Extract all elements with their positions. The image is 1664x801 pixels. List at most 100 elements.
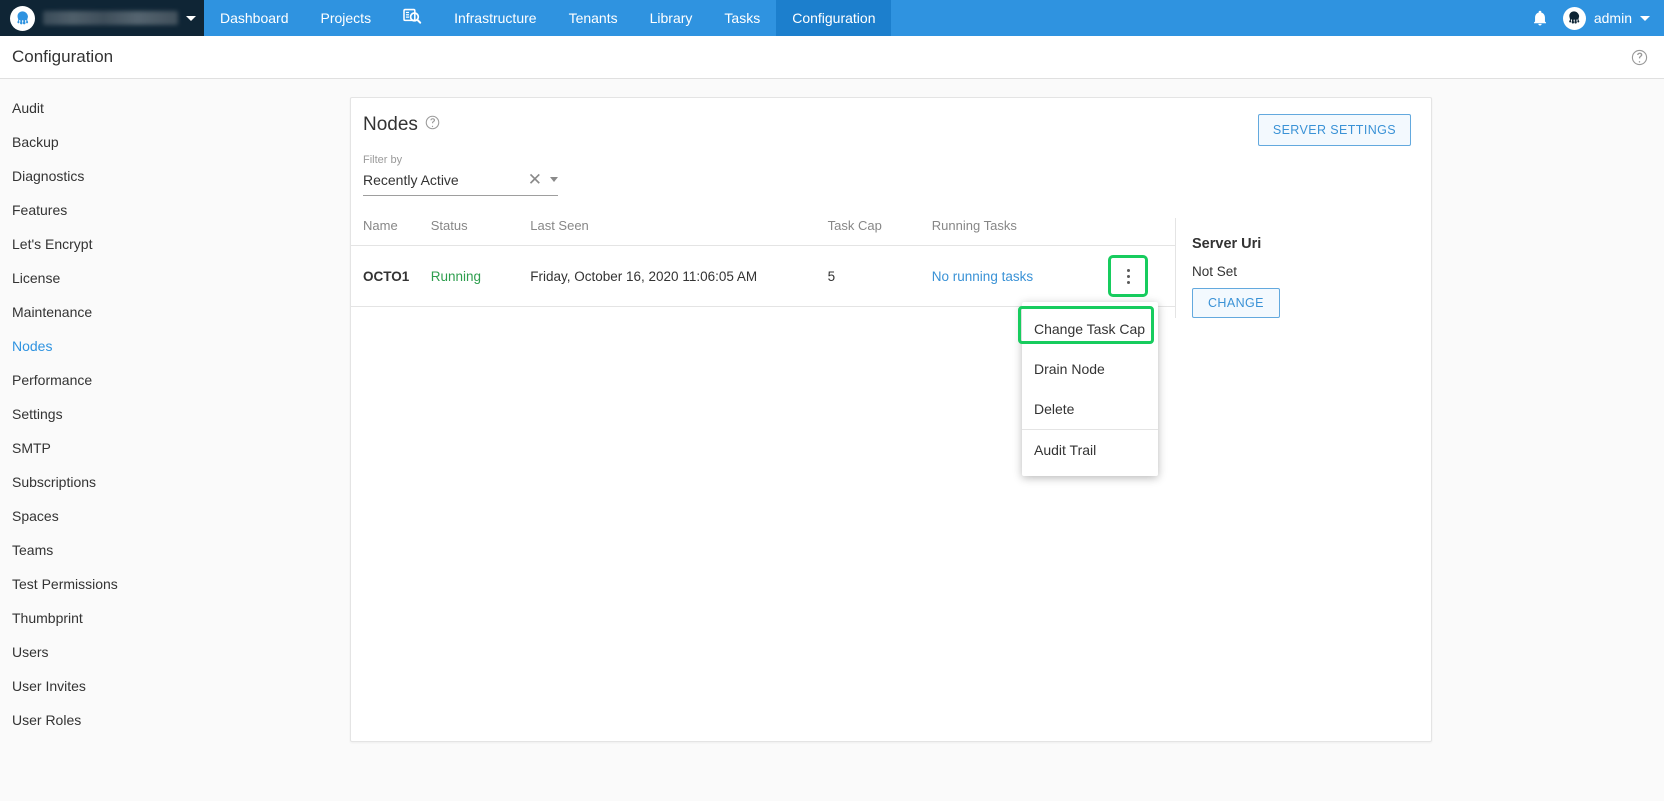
nodes-title-row: Nodes (361, 114, 1411, 136)
nav-item-tenants[interactable]: Tenants (553, 0, 634, 36)
menu-item-label: Drain Node (1034, 361, 1105, 377)
column-header-running-tasks: Running Tasks (931, 218, 1116, 246)
nodes-title: Nodes (363, 114, 418, 135)
sidebar-item-nodes[interactable]: Nodes (0, 329, 350, 363)
server-uri-value: Not Set (1192, 264, 1238, 279)
sidebar-item-label: Test Permissions (12, 576, 118, 592)
user-avatar-icon (1562, 6, 1586, 30)
close-icon[interactable]: ✕ (520, 171, 550, 188)
chevron-down-icon (186, 15, 196, 21)
menu-item-drain-node[interactable]: Drain Node (1022, 349, 1158, 389)
page-title: Configuration (12, 47, 114, 66)
sidebar-item-thumbprint[interactable]: Thumbprint (0, 601, 350, 635)
sidebar-item-settings[interactable]: Settings (0, 397, 350, 431)
nav-item-dashboard[interactable]: Dashboard (204, 0, 305, 36)
nav-item-search[interactable] (387, 0, 438, 36)
menu-item-label: Change Task Cap (1034, 321, 1146, 337)
octopus-logo-icon (10, 5, 35, 31)
bell-icon[interactable] (1531, 9, 1549, 27)
sidebar-item-users[interactable]: Users (0, 635, 350, 669)
menu-item-audit-trail[interactable]: Audit Trail (1022, 429, 1158, 469)
main-nav-items: Dashboard Projects Infrastructure Tenant… (204, 0, 892, 36)
page-body: Audit Backup Diagnostics Features Let's … (0, 79, 1664, 801)
change-server-uri-button[interactable]: CHANGE (1192, 288, 1280, 318)
nav-item-library[interactable]: Library (634, 0, 709, 36)
kebab-dot (1126, 268, 1130, 272)
sidebar-item-maintenance[interactable]: Maintenance (0, 295, 350, 329)
sidebar-item-label: Nodes (12, 338, 53, 354)
nav-item-configuration[interactable]: Configuration (776, 0, 892, 36)
sidebar-item-performance[interactable]: Performance (0, 363, 350, 397)
help-circle-icon[interactable] (1631, 49, 1648, 66)
chevron-down-icon[interactable] (550, 177, 558, 182)
sidebar-item-label: User Invites (12, 678, 86, 694)
cell-last-seen: Friday, October 16, 2020 11:06:05 AM (530, 245, 828, 307)
cell-node-name: OCTO1 (351, 245, 431, 307)
sidebar-item-label: Spaces (12, 508, 59, 524)
space-switcher[interactable] (0, 0, 204, 36)
kebab-dot (1126, 280, 1130, 284)
nav-label: Dashboard (220, 10, 289, 26)
kebab-menu-icon[interactable] (1115, 262, 1142, 290)
sidebar-item-label: Subscriptions (12, 474, 97, 490)
sidebar-item-teams[interactable]: Teams (0, 533, 350, 567)
space-name-label (43, 11, 178, 25)
running-tasks-link[interactable]: No running tasks (932, 269, 1033, 284)
server-uri-panel: Server Uri Not Set CHANGE (1175, 218, 1431, 318)
column-header-status: Status (430, 218, 531, 246)
sidebar-item-user-roles[interactable]: User Roles (0, 703, 350, 737)
help-circle-icon[interactable] (425, 115, 440, 135)
top-navigation-bar: Dashboard Projects Infrastructure Tenant… (0, 0, 1664, 36)
sidebar-item-label: Diagnostics (12, 168, 85, 184)
menu-item-label: Delete (1034, 401, 1075, 417)
nav-label: Configuration (792, 10, 876, 26)
filter-selected-value: Recently Active (363, 171, 459, 188)
sidebar-item-features[interactable]: Features (0, 193, 350, 227)
column-header-task-cap: Task Cap (827, 218, 932, 246)
nodes-table-head: Name Status Last Seen Task Cap Running T… (351, 218, 1175, 246)
sidebar-item-spaces[interactable]: Spaces (0, 499, 350, 533)
user-menu[interactable]: admin (1562, 6, 1650, 30)
status-badge: Running (430, 245, 531, 307)
sidebar-item-label: SMTP (12, 440, 51, 456)
column-header-name: Name (351, 218, 431, 246)
main-content: Nodes Filter by Recently Active ✕ SERVER… (350, 79, 1664, 801)
sidebar-item-label: Thumbprint (12, 610, 83, 626)
nav-item-infrastructure[interactable]: Infrastructure (438, 0, 552, 36)
sidebar-item-label: User Roles (12, 712, 82, 728)
sidebar-item-license[interactable]: License (0, 261, 350, 295)
sidebar-item-lets-encrypt[interactable]: Let's Encrypt (0, 227, 350, 261)
configuration-sidebar: Audit Backup Diagnostics Features Let's … (0, 79, 350, 801)
menu-item-change-task-cap[interactable]: Change Task Cap (1018, 306, 1158, 349)
nav-item-tasks[interactable]: Tasks (708, 0, 776, 36)
nodes-table-body: OCTO1 Running Friday, October 16, 2020 1… (351, 245, 1175, 307)
nav-label: Infrastructure (454, 10, 537, 26)
username-label: admin (1593, 10, 1632, 26)
sidebar-item-diagnostics[interactable]: Diagnostics (0, 159, 350, 193)
column-header-last-seen: Last Seen (530, 218, 828, 246)
sidebar-item-audit[interactable]: Audit (0, 91, 350, 125)
sidebar-item-label: Users (12, 644, 49, 660)
menu-item-label: Audit Trail (1034, 441, 1097, 458)
sidebar-item-label: Backup (12, 134, 59, 150)
nav-right-group: admin (1531, 0, 1664, 36)
sidebar-item-smtp[interactable]: SMTP (0, 431, 350, 465)
filter-select[interactable]: Recently Active ✕ (363, 171, 558, 196)
server-uri-title: Server Uri (1192, 236, 1262, 252)
sidebar-item-subscriptions[interactable]: Subscriptions (0, 465, 350, 499)
table-header-row: Name Status Last Seen Task Cap Running T… (351, 218, 1175, 246)
document-search-icon (403, 8, 422, 28)
sidebar-item-label: Performance (12, 372, 93, 388)
chevron-down-icon (1640, 15, 1650, 21)
sidebar-item-label: Settings (12, 406, 63, 422)
column-header-actions (1115, 218, 1175, 246)
nav-item-projects[interactable]: Projects (305, 0, 388, 36)
row-actions-menu: Change Task Cap Drain Node Delete Audit … (1018, 302, 1158, 476)
sidebar-item-backup[interactable]: Backup (0, 125, 350, 159)
sidebar-item-label: Teams (12, 542, 54, 558)
menu-item-delete[interactable]: Delete (1022, 389, 1158, 429)
sidebar-item-user-invites[interactable]: User Invites (0, 669, 350, 703)
server-settings-button[interactable]: SERVER SETTINGS (1257, 114, 1411, 146)
sidebar-item-label: Audit (12, 100, 44, 116)
sidebar-item-test-permissions[interactable]: Test Permissions (0, 567, 350, 601)
